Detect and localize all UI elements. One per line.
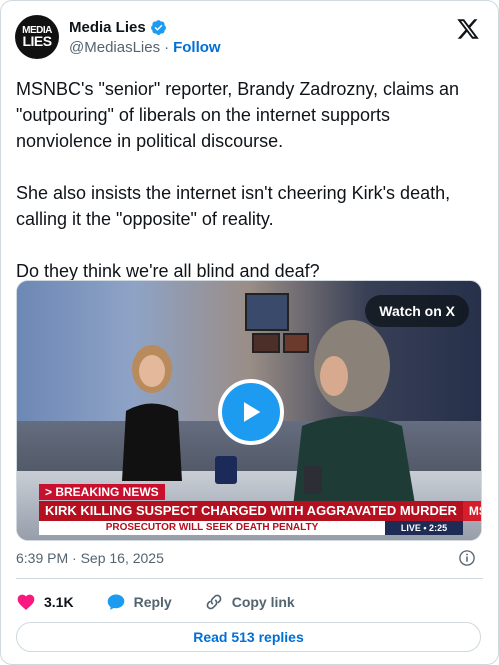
like-button[interactable]: 3.1K: [16, 592, 74, 612]
news-headline: KIRK KILLING SUSPECT CHARGED WITH AGGRAV…: [39, 501, 463, 521]
tweet-header: MEDIA LIES Media Lies @MediasLies · Foll…: [15, 15, 484, 59]
watch-on-x-button[interactable]: Watch on X: [365, 295, 469, 327]
news-subline: PROSECUTOR WILL SEEK DEATH PENALTY: [39, 521, 385, 535]
info-icon[interactable]: [458, 549, 476, 567]
heart-icon: [17, 594, 35, 610]
divider: [16, 578, 483, 579]
tweet-timestamp[interactable]: 6:39 PM · Sep 16, 2025: [16, 550, 164, 566]
play-icon: [244, 402, 261, 422]
network-logo: MSNBC: [462, 501, 481, 521]
tweet-paragraph: MSNBC's "senior" reporter, Brandy Zadroz…: [16, 79, 460, 151]
play-button[interactable]: [218, 379, 284, 445]
anchor-figure: [122, 345, 182, 481]
reply-button[interactable]: Reply: [106, 592, 172, 612]
x-logo-icon[interactable]: [456, 17, 480, 41]
tweet-paragraph: She also insists the internet isn't chee…: [16, 183, 451, 229]
breaking-news-label: > BREAKING NEWS: [39, 484, 165, 500]
reply-label: Reply: [133, 594, 172, 610]
live-time: LIVE • 2:25: [385, 521, 463, 535]
copy-link-button[interactable]: Copy link: [204, 592, 295, 612]
separator-dot: ·: [164, 38, 170, 56]
link-icon: [206, 594, 222, 610]
verified-badge-icon: [150, 19, 166, 35]
avatar[interactable]: MEDIA LIES: [15, 15, 59, 59]
news-lower-third: > BREAKING NEWS KIRK KILLING SUSPECT CHA…: [39, 483, 481, 535]
display-name[interactable]: Media Lies: [69, 19, 146, 36]
like-count: 3.1K: [44, 594, 74, 610]
read-replies-button[interactable]: Read 513 replies: [16, 622, 481, 652]
tweet-actions: 3.1K Reply Copy link: [16, 591, 327, 613]
coffee-mug: [215, 456, 237, 484]
tweet-card: MEDIA LIES Media Lies @MediasLies · Foll…: [0, 0, 499, 665]
handle[interactable]: @MediasLies: [69, 39, 160, 56]
copy-link-label: Copy link: [231, 594, 295, 610]
follow-button[interactable]: Follow: [173, 39, 221, 56]
tweet-text: MSNBC's "senior" reporter, Brandy Zadroz…: [16, 76, 486, 284]
author-info: Media Lies @MediasLies · Follow: [69, 17, 221, 57]
reply-icon: [107, 594, 124, 610]
video-player[interactable]: Watch on X > BREAKING NEWS KIRK KILLING …: [16, 280, 482, 541]
